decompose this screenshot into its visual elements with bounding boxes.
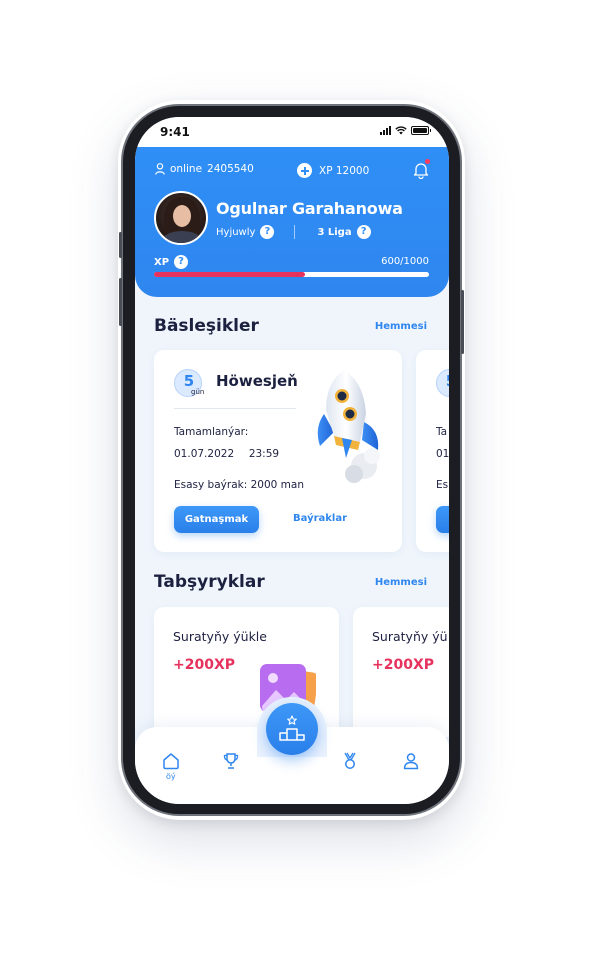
xp-progress-label: XP xyxy=(154,256,170,268)
xp-balance[interactable]: XP 12000 xyxy=(297,163,369,178)
podium-icon xyxy=(279,715,305,741)
task-card[interactable]: Suratyňy ýü +200XP xyxy=(353,607,449,737)
competitions-title: Bäsleşikler xyxy=(154,316,259,336)
prizes-link[interactable]: Baýraklar xyxy=(293,513,347,524)
prize-label: Es xyxy=(436,479,449,491)
rank-help-icon[interactable]: ? xyxy=(260,225,275,239)
competition-card[interactable]: 5 Ta 01 Es xyxy=(416,350,449,552)
wifi-icon xyxy=(395,126,407,135)
profile-header: online 2405540 XP 12000 Ogulnar Garahano… xyxy=(135,147,449,297)
user-rank-row: Hyjuwly ? 3 Liga ? xyxy=(216,225,371,239)
battery-icon xyxy=(411,126,431,135)
task-title: Suratyňy ýükle xyxy=(173,629,267,644)
xp-progress-row: XP ? 600/1000 xyxy=(154,255,429,269)
nav-achievements[interactable] xyxy=(340,751,360,771)
leaderboard-fab-button[interactable] xyxy=(266,703,318,755)
days-left-number: 5 xyxy=(437,372,449,390)
xp-help-icon[interactable]: ? xyxy=(174,255,189,269)
nav-competitions[interactable] xyxy=(221,751,241,771)
xp-progress-label-group: XP ? xyxy=(154,255,189,269)
ends-label: Ta xyxy=(436,426,448,438)
user-name: Ogulnar Garahanowa xyxy=(216,199,403,218)
prize-label: Esasy baýrak: xyxy=(174,479,248,491)
xp-progress-fill xyxy=(154,272,306,277)
volume-down-button xyxy=(119,278,122,326)
join-button[interactable]: Gatnaşmak xyxy=(174,506,259,533)
league-label: 3 Liga xyxy=(317,226,352,238)
tasks-title: Tabşyryklar xyxy=(154,572,265,592)
add-xp-icon[interactable] xyxy=(297,163,312,178)
days-left-badge: 5 gün xyxy=(174,369,205,397)
notification-dot xyxy=(425,159,430,164)
card-divider xyxy=(174,408,296,409)
competitions-see-all-link[interactable]: Hemmesi xyxy=(375,321,427,332)
avatar-face xyxy=(173,205,191,227)
task-title: Suratyňy ýü xyxy=(372,629,448,644)
home-icon xyxy=(163,753,179,770)
avatar[interactable] xyxy=(154,191,208,245)
join-button[interactable] xyxy=(436,506,449,533)
rocket-icon xyxy=(317,370,380,483)
status-time: 9:41 xyxy=(160,125,190,139)
task-xp-reward: +200XP xyxy=(372,657,435,673)
task-xp-reward: +200XP xyxy=(173,657,236,673)
medal-icon xyxy=(344,752,356,769)
xp-progress-bar xyxy=(154,272,429,277)
header-top-bar: online 2405540 XP 12000 xyxy=(155,159,430,181)
days-left-badge: 5 xyxy=(436,369,449,397)
power-button xyxy=(461,290,464,354)
status-bar: 9:41 xyxy=(135,117,449,147)
end-time: 23:59 xyxy=(248,448,280,460)
end-datetime: 01.07.2022 23:59 xyxy=(174,448,279,460)
profile-icon xyxy=(403,753,419,770)
main-prize: Esasy baýrak: 2000 man xyxy=(174,479,304,491)
league-help-icon[interactable]: ? xyxy=(356,225,371,239)
end-date: 01 xyxy=(436,448,449,460)
cellular-signal-icon xyxy=(380,126,391,135)
nav-home[interactable] xyxy=(161,751,181,771)
competition-card[interactable]: 5 gün Höwesjeň Tamamlanýar: 01.07.2022 2… xyxy=(154,350,402,552)
online-label: online xyxy=(170,163,203,175)
days-left-unit: gün xyxy=(191,388,205,396)
competition-name: Höwesjeň xyxy=(216,372,298,390)
avatar-shirt xyxy=(162,231,202,243)
divider xyxy=(294,225,296,239)
rank-label: Hyjuwly xyxy=(216,226,256,238)
user-icon xyxy=(155,163,165,175)
status-icons xyxy=(380,126,431,135)
tasks-see-all-link[interactable]: Hemmesi xyxy=(375,577,427,588)
xp-progress-value: 600/1000 xyxy=(381,256,429,267)
end-date: 01.07.2022 xyxy=(174,448,235,460)
ends-label: Tamamlanýar: xyxy=(174,426,249,438)
online-count: 2405540 xyxy=(207,163,254,175)
nav-profile[interactable] xyxy=(401,751,421,771)
nav-home-label: öý xyxy=(166,772,176,781)
xp-balance-label: XP 12000 xyxy=(319,164,370,177)
prize-value: 2000 man xyxy=(250,479,304,491)
app-screen: 9:41 online 2405540 XP 12000 Ogulnar Gar… xyxy=(135,117,449,804)
trophy-icon xyxy=(223,753,239,769)
online-counter: online 2405540 xyxy=(155,163,254,175)
volume-up-button xyxy=(119,232,122,258)
notifications-button[interactable] xyxy=(413,159,430,180)
